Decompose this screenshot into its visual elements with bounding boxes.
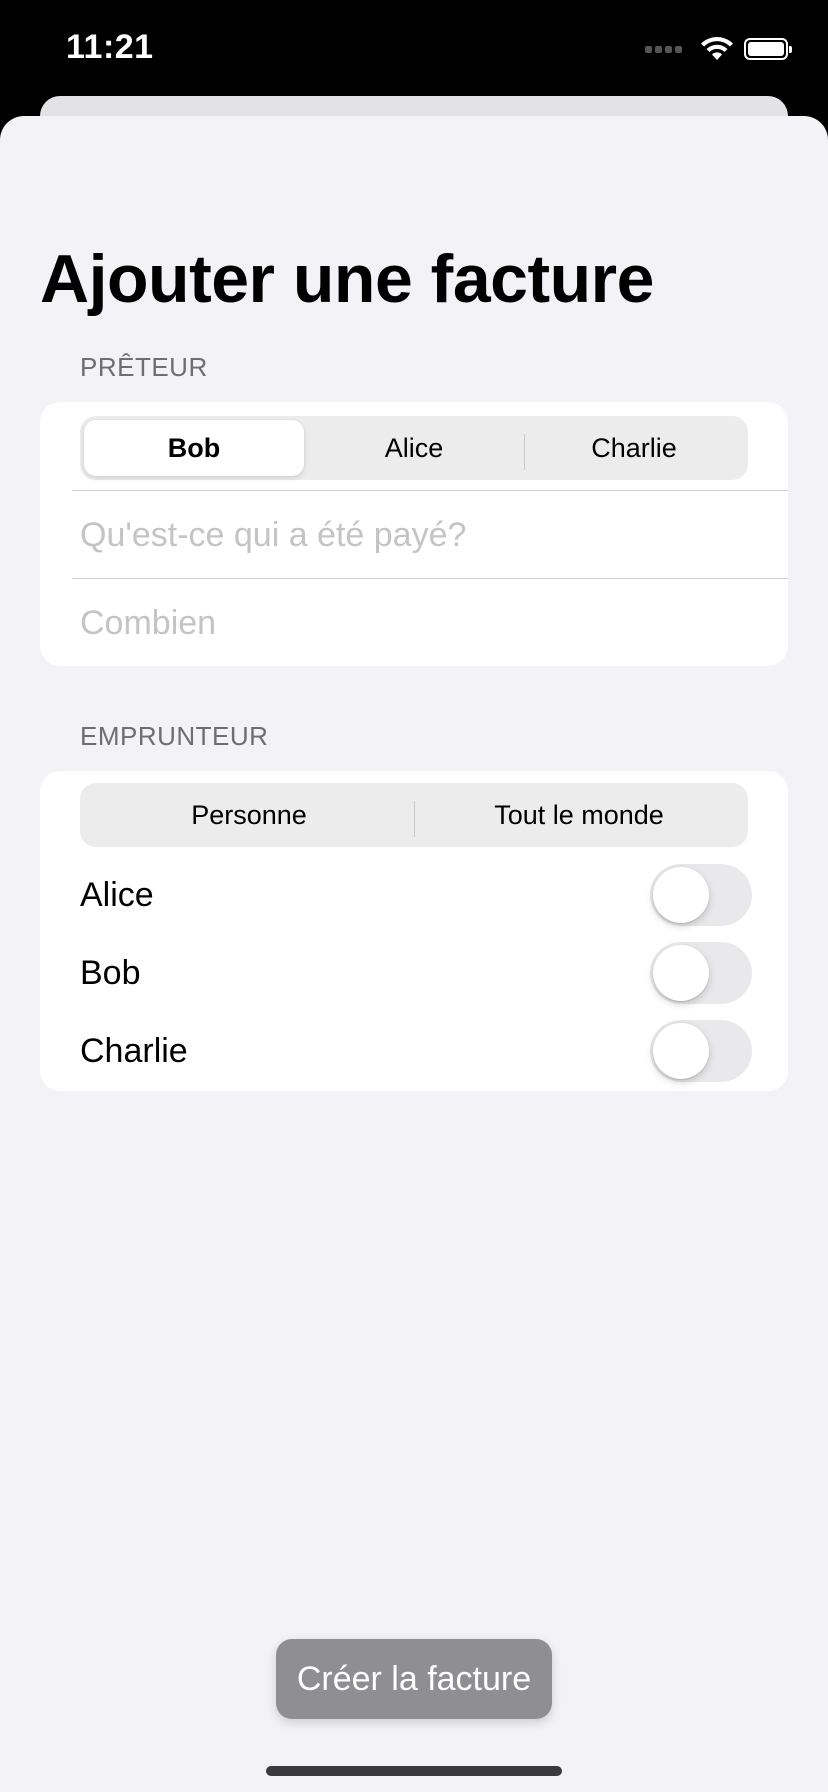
what-paid-input[interactable] bbox=[72, 515, 788, 555]
borrower-row-alice: Alice bbox=[40, 856, 788, 934]
toggle-knob bbox=[653, 1023, 709, 1079]
status-icons bbox=[645, 36, 792, 62]
segment-label: Bob bbox=[167, 432, 221, 463]
borrower-segmented-control: Personne Tout le monde bbox=[80, 783, 748, 847]
toggle-knob bbox=[653, 867, 709, 923]
what-field-row bbox=[72, 490, 788, 579]
status-bar: 11:21 bbox=[0, 0, 828, 100]
borrower-section-header: EMPRUNTEUR bbox=[80, 721, 269, 751]
lender-segment-bob[interactable]: Bob bbox=[84, 420, 304, 476]
segment-label: Charlie bbox=[591, 432, 677, 463]
borrower-segment-nobody[interactable]: Personne bbox=[84, 787, 414, 843]
borrower-card: Personne Tout le monde Alice Bob Charlie bbox=[40, 771, 788, 1091]
signal-icon bbox=[645, 45, 682, 53]
toggle-knob bbox=[653, 945, 709, 1001]
lender-section-header: PRÊTEUR bbox=[80, 352, 208, 382]
wifi-icon bbox=[701, 37, 733, 60]
borrower-segment-everyone[interactable]: Tout le monde bbox=[414, 787, 744, 843]
segment-label: Personne bbox=[191, 799, 307, 830]
alice-toggle[interactable] bbox=[650, 864, 752, 926]
borrower-row-bob: Bob bbox=[40, 934, 788, 1012]
segment-divider bbox=[524, 434, 525, 470]
segment-label: Tout le monde bbox=[494, 799, 664, 830]
borrower-row-charlie: Charlie bbox=[40, 1012, 788, 1090]
home-indicator bbox=[266, 1766, 562, 1776]
lender-segment-alice[interactable]: Alice bbox=[304, 420, 524, 476]
create-bill-button[interactable]: Créer la facture bbox=[276, 1639, 552, 1719]
modal-sheet: Ajouter une facture PRÊTEUR Bob Alice Ch… bbox=[0, 116, 828, 1792]
charlie-toggle[interactable] bbox=[650, 1020, 752, 1082]
toggle-label: Bob bbox=[80, 953, 141, 992]
toggle-label: Charlie bbox=[80, 1031, 188, 1070]
lender-segment-charlie[interactable]: Charlie bbox=[524, 420, 744, 476]
amount-input[interactable] bbox=[72, 603, 788, 643]
status-time: 11:21 bbox=[66, 28, 154, 66]
lender-segmented-control: Bob Alice Charlie bbox=[80, 416, 748, 480]
battery-icon bbox=[744, 38, 792, 60]
bob-toggle[interactable] bbox=[650, 942, 752, 1004]
amount-field-row bbox=[72, 578, 788, 666]
toggle-label: Alice bbox=[80, 875, 154, 914]
segment-label: Alice bbox=[384, 432, 444, 463]
lender-card: Bob Alice Charlie bbox=[40, 402, 788, 666]
page-title: Ajouter une facture bbox=[40, 241, 654, 317]
segment-divider bbox=[414, 801, 415, 837]
